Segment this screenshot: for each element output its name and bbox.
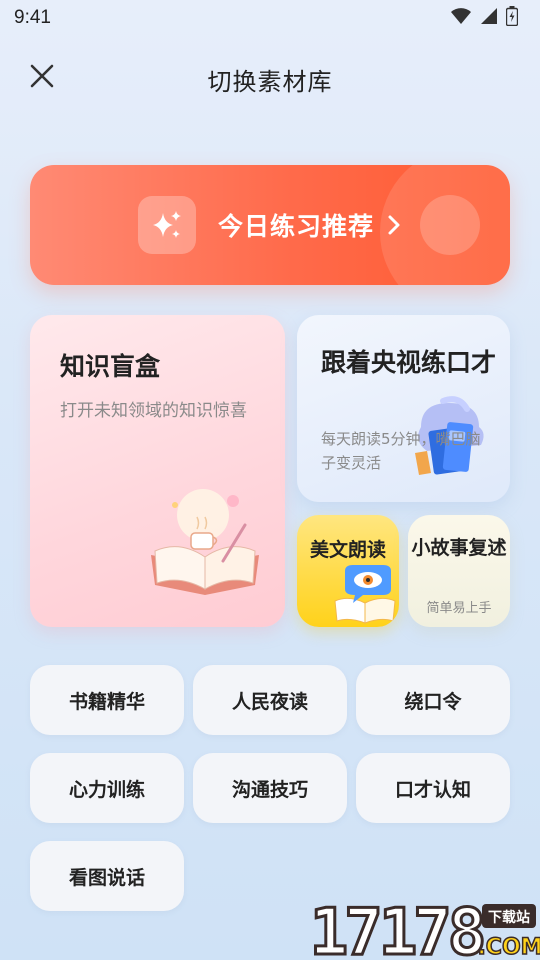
tag-communication-skills[interactable]: 沟通技巧 (193, 753, 347, 823)
card-title: 小故事复述 (411, 537, 507, 559)
page-title: 切换素材库 (207, 67, 333, 96)
knowledge-blind-box-card[interactable]: 知识盲盒 打开未知领域的知识惊喜 (30, 315, 285, 627)
battery-icon (505, 6, 519, 30)
tag-eloquence-cognition[interactable]: 口才认知 (356, 753, 510, 823)
short-story-retelling-card[interactable]: 小故事复述 简单易上手 (408, 515, 510, 627)
tag-peoples-night-reading[interactable]: 人民夜读 (193, 665, 347, 735)
banner-decoration-dot (420, 195, 480, 255)
tag-mental-training[interactable]: 心力训练 (30, 753, 184, 823)
header: 切换素材库 (0, 50, 540, 108)
watermark-suffix: .COM (477, 935, 540, 960)
card-subtitle: 打开未知领域的知识惊喜 (60, 401, 247, 421)
card-title: 美文朗读 (309, 539, 386, 561)
close-icon (30, 64, 54, 92)
tag-tongue-twister[interactable]: 绕口令 (356, 665, 510, 735)
beautiful-prose-reading-card[interactable]: 美文朗读 (297, 515, 399, 627)
cctv-eloquence-card[interactable]: 跟着央视练口才 每天朗读5分钟，嘴巴脑子变灵活 (297, 315, 510, 502)
banner-label: 今日练习推荐 (217, 212, 374, 241)
card-subtitle: 每天朗读5分钟，嘴巴脑子变灵活 (321, 430, 481, 472)
open-book-icon (145, 485, 265, 604)
card-title: 知识盲盒 (60, 352, 161, 381)
status-time: 9:41 (14, 7, 51, 28)
chevron-right-icon (386, 213, 402, 237)
tag-book-essence[interactable]: 书籍精华 (30, 665, 184, 735)
tag-picture-talk[interactable]: 看图说话 (30, 841, 184, 911)
card-title: 跟着央视练口才 (321, 348, 497, 377)
status-bar: 9:41 (0, 0, 540, 36)
wifi-icon (450, 7, 472, 29)
speech-bubble-eye-icon (333, 565, 397, 627)
sparkle-icon (137, 196, 196, 254)
watermark-badge: 下载站 (488, 909, 530, 926)
card-subtitle: 简单易上手 (426, 601, 492, 616)
site-watermark-logo: 17178 下载站 .COM (308, 895, 540, 960)
close-button[interactable] (26, 62, 58, 94)
watermark-brand: 17178 (310, 900, 483, 960)
daily-practice-banner[interactable]: 今日练习推荐 (30, 165, 510, 285)
status-icons (450, 6, 519, 30)
signal-icon (480, 7, 498, 29)
